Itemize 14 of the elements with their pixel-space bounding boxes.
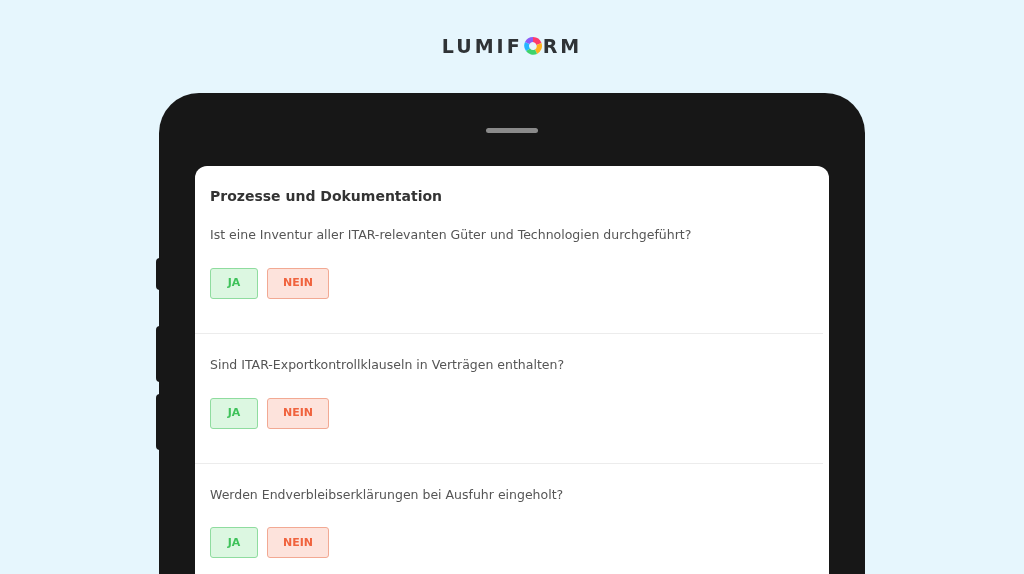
question-text: Ist eine Inventur aller ITAR-relevanten Güter und Technologien durchgeführt? <box>210 226 693 244</box>
logo-text: RM <box>542 33 583 59</box>
question-text: Werden Endverbleibserklärungen bei Ausfuhr eingeholt? <box>210 485 565 504</box>
answer-button[interactable]: JA <box>210 527 258 559</box>
question-text: Sind ITAR-Exportkontrollklauseln in Verträgen enthalten? <box>210 355 566 374</box>
answer-button[interactable]: NEIN <box>267 267 329 299</box>
section-title: Prozesse und Dokumentation <box>209 187 444 206</box>
answer-button[interactable]: JA <box>210 397 258 429</box>
home-indicator <box>486 128 538 133</box>
answer-button[interactable]: JA <box>210 267 258 299</box>
logo-ring-icon <box>523 37 542 55</box>
answer-button[interactable]: NEIN <box>267 397 329 429</box>
answer-button[interactable]: NEIN <box>267 527 329 559</box>
logo-text: LUMIF <box>441 33 523 59</box>
